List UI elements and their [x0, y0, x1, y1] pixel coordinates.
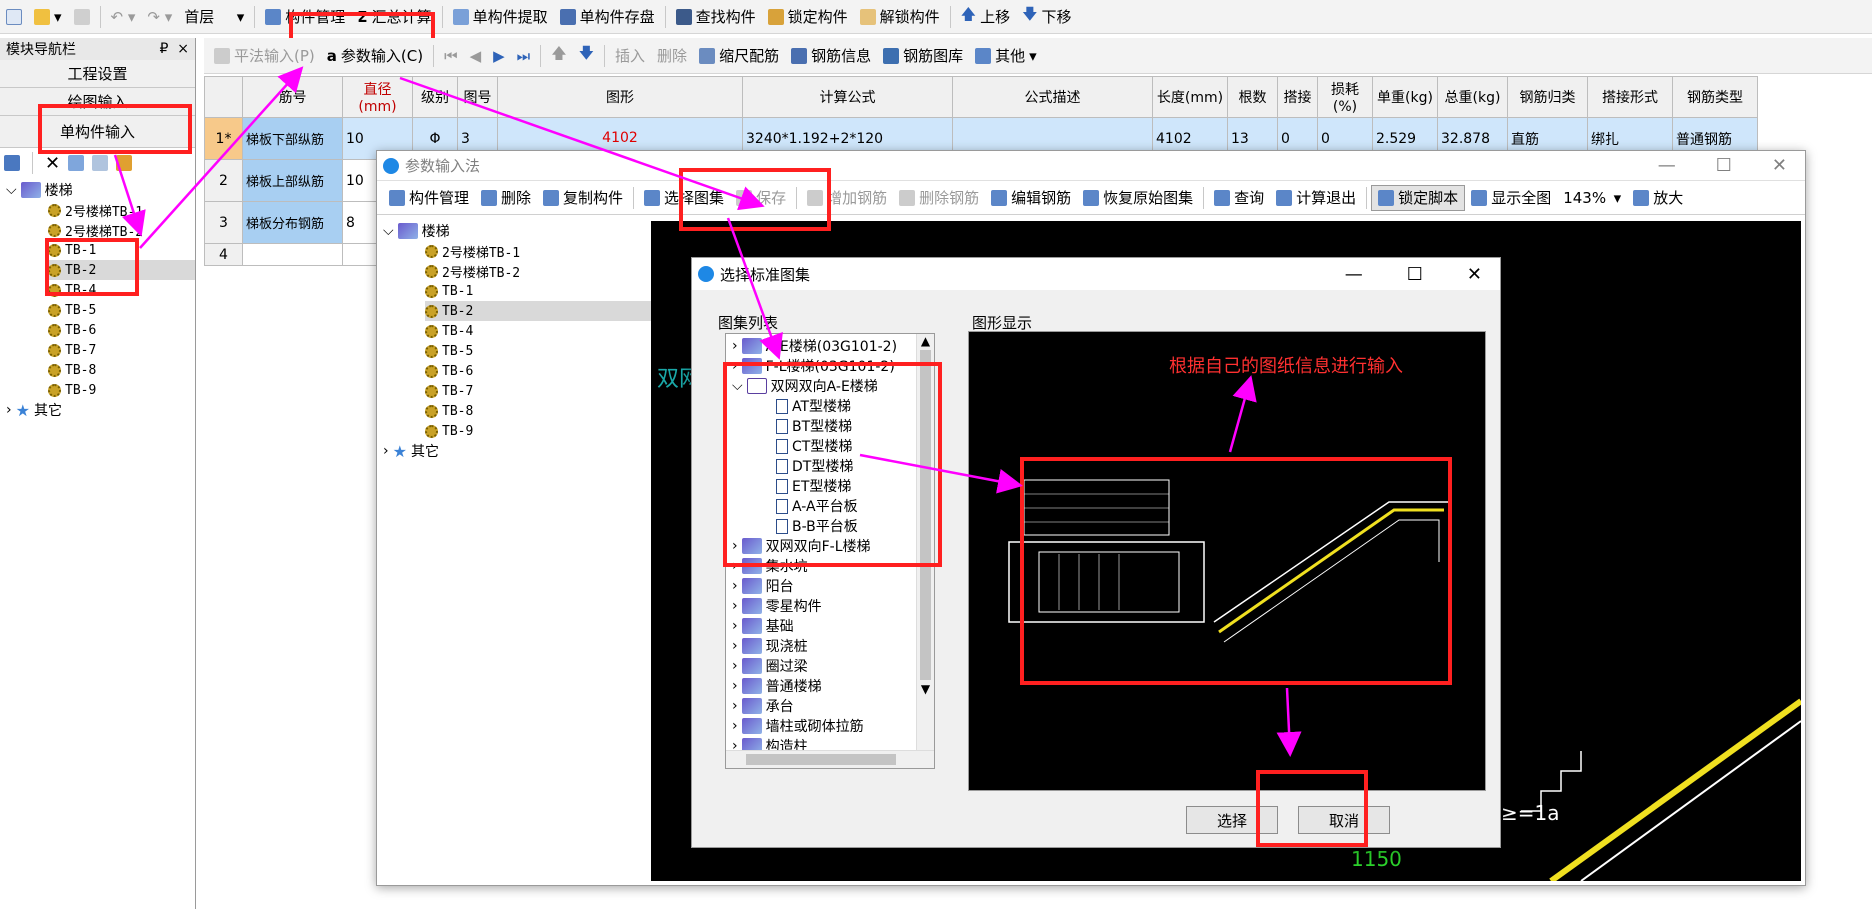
annotation-arrows	[113, 66, 1302, 757]
